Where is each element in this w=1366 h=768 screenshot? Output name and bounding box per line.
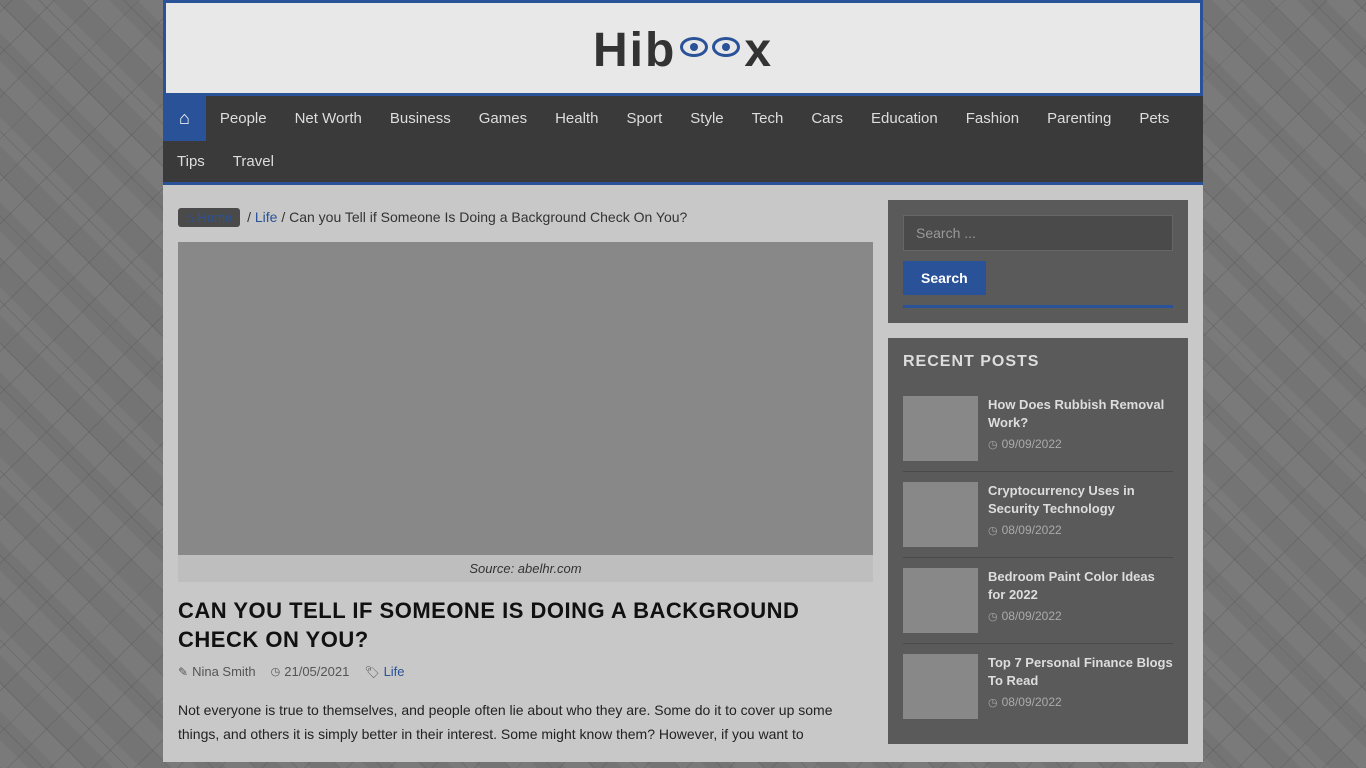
recent-post-item: Top 7 Personal Finance Blogs To Read ◷ 0… [903,644,1173,729]
date-icon: ◷ [988,610,998,623]
home-icon: ⌂ [179,108,190,129]
nav-item-parenting[interactable]: Parenting [1033,98,1125,139]
sidebar: Search Recent Posts How Does Rubbish Rem… [888,200,1188,747]
search-button[interactable]: Search [903,261,986,295]
image-caption: Source: abelhr.com [178,555,873,582]
article-title: Can You Tell If Someone Is Doing A Backg… [178,597,873,654]
main-content: ⌂ Home / Life / Can you Tell if Someone … [178,200,873,747]
recent-post-info: Bedroom Paint Color Ideas for 2022 ◷ 08/… [988,568,1173,633]
nav-home-item[interactable]: ⌂ [163,96,206,141]
category-link[interactable]: Life [384,664,405,679]
site-header: Hib x [163,0,1203,93]
recent-post-link[interactable]: Top 7 Personal Finance Blogs To Read [988,654,1173,690]
logo-eye-left [680,37,708,57]
home-breadcrumb-icon: ⌂ [186,210,194,225]
nav-item-people[interactable]: People [206,98,281,139]
recent-posts-title: Recent Posts [903,353,1173,371]
recent-post-link[interactable]: Bedroom Paint Color Ideas for 2022 [988,568,1173,604]
recent-posts-widget: Recent Posts How Does Rubbish Removal Wo… [888,338,1188,744]
search-input[interactable] [903,215,1173,251]
recent-post-thumb [903,482,978,547]
nav-item-travel[interactable]: Travel [219,141,288,182]
recent-post-date: ◷ 08/09/2022 [988,695,1173,709]
recent-post-date: ◷ 08/09/2022 [988,609,1173,623]
nav-item-tech[interactable]: Tech [738,98,798,139]
breadcrumb-category-link[interactable]: Life [255,209,278,225]
main-nav: ⌂ People Net Worth Business Games Health… [163,93,1203,185]
author-icon: ✎ [178,665,188,679]
nav-item-fashion[interactable]: Fashion [952,98,1033,139]
nav-item-pets[interactable]: Pets [1125,98,1183,139]
nav-item-networth[interactable]: Net Worth [281,98,376,139]
logo-text-after: x [744,23,773,78]
article-meta: ✎ Nina Smith ◷ 21/05/2021 🏷 Life [178,664,873,687]
date-icon: ◷ [271,665,281,678]
nav-item-games[interactable]: Games [465,98,541,139]
content-area: ⌂ Home / Life / Can you Tell if Someone … [163,185,1203,762]
recent-post-info: How Does Rubbish Removal Work? ◷ 09/09/2… [988,396,1173,461]
nav-item-cars[interactable]: Cars [797,98,857,139]
date-icon: ◷ [988,524,998,537]
logo-text-before: Hib [593,23,676,78]
recent-post-info: Cryptocurrency Uses in Security Technolo… [988,482,1173,547]
nav-item-tips[interactable]: Tips [163,141,219,182]
recent-post-thumb [903,396,978,461]
search-underline [903,305,1173,308]
recent-post-date: ◷ 08/09/2022 [988,523,1173,537]
article-image: Source: abelhr.com [178,242,873,582]
nav-item-health[interactable]: Health [541,98,612,139]
search-widget: Search [888,200,1188,323]
date-icon: ◷ [988,696,998,709]
recent-post-link[interactable]: How Does Rubbish Removal Work? [988,396,1173,432]
recent-post-item: How Does Rubbish Removal Work? ◷ 09/09/2… [903,386,1173,472]
recent-post-link[interactable]: Cryptocurrency Uses in Security Technolo… [988,482,1173,518]
category-icon: 🏷 [364,665,379,679]
logo-eyes [678,37,742,57]
date-icon: ◷ [988,438,998,451]
recent-post-date: ◷ 09/09/2022 [988,437,1173,451]
breadcrumb: ⌂ Home / Life / Can you Tell if Someone … [178,200,873,242]
recent-post-item: Bedroom Paint Color Ideas for 2022 ◷ 08/… [903,558,1173,644]
article-author: ✎ Nina Smith [178,664,256,679]
nav-item-education[interactable]: Education [857,98,952,139]
breadcrumb-current: Can you Tell if Someone Is Doing a Backg… [289,209,687,225]
logo-eye-right [712,37,740,57]
recent-post-item: Cryptocurrency Uses in Security Technolo… [903,472,1173,558]
article-category: 🏷 Life [364,664,404,679]
site-logo[interactable]: Hib x [593,23,773,78]
nav-item-business[interactable]: Business [376,98,465,139]
breadcrumb-home-link[interactable]: ⌂ Home [178,208,240,227]
recent-post-info: Top 7 Personal Finance Blogs To Read ◷ 0… [988,654,1173,719]
nav-item-sport[interactable]: Sport [612,98,676,139]
article-excerpt: Not everyone is true to themselves, and … [178,699,873,747]
recent-post-thumb [903,654,978,719]
recent-post-thumb [903,568,978,633]
nav-item-style[interactable]: Style [676,98,737,139]
article-date: ◷ 21/05/2021 [271,664,350,679]
